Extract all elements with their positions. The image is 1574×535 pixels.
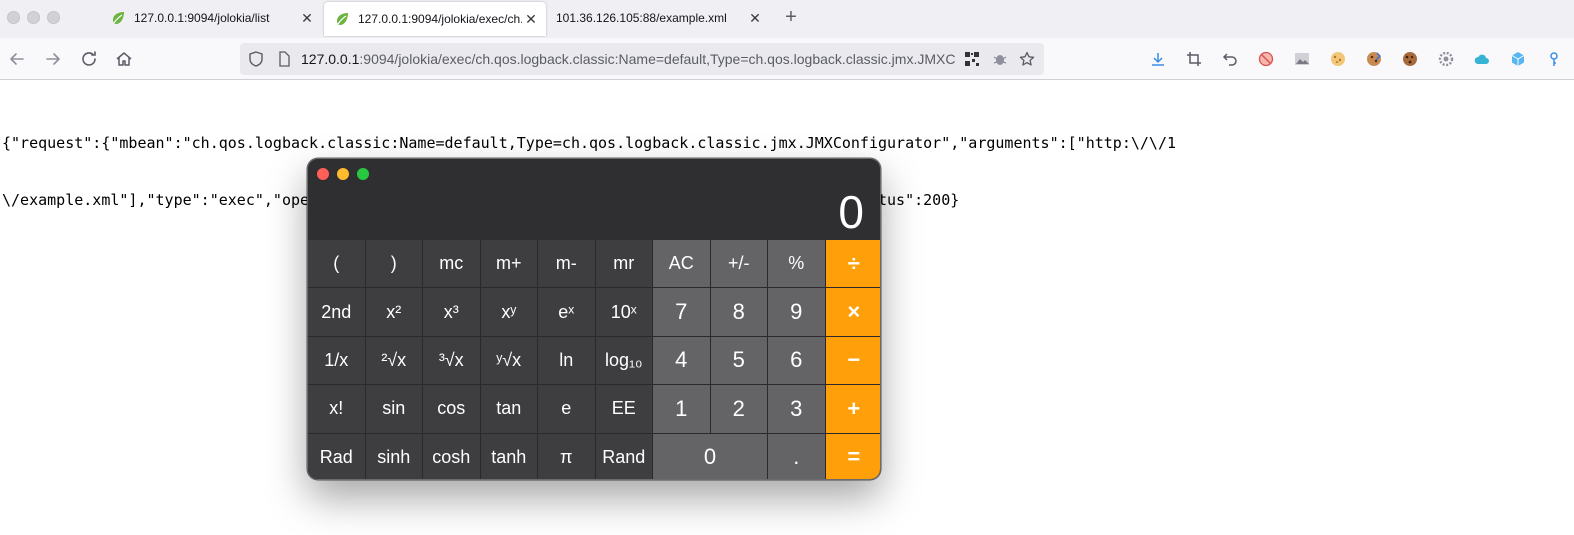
- calculator-zoom-button[interactable]: [357, 168, 369, 180]
- key-second[interactable]: 2nd: [308, 288, 365, 336]
- tab-title: 127.0.0.1:9094/jolokia/list: [134, 11, 270, 25]
- key-exp[interactable]: eˣ: [538, 288, 595, 336]
- download-icon[interactable]: [1150, 51, 1166, 67]
- key-log10[interactable]: log₁₀: [595, 336, 652, 385]
- block-icon[interactable]: [1258, 51, 1274, 67]
- calculator-minimize-button[interactable]: [337, 168, 349, 180]
- tab-title: 101.36.126.105:88/example.xml: [556, 11, 727, 25]
- key-cube[interactable]: x³: [423, 288, 480, 336]
- page-info-icon[interactable]: [276, 51, 292, 67]
- cookie-icon[interactable]: [1330, 51, 1346, 67]
- key-decimal[interactable]: .: [768, 433, 825, 479]
- key-2[interactable]: 2: [710, 385, 767, 433]
- key-sin[interactable]: sin: [365, 385, 422, 433]
- tab-close-icon[interactable]: ✕: [522, 11, 540, 28]
- qr-code-icon[interactable]: [964, 51, 980, 67]
- key-5[interactable]: 5: [710, 336, 767, 385]
- key-tan[interactable]: tan: [480, 385, 537, 433]
- key-ln[interactable]: ln: [538, 336, 595, 385]
- calculator-window[interactable]: 0 ( ) mc m+ m- mr AC +/- % ÷ 2nd x² x³ x…: [307, 158, 881, 480]
- window-close-button[interactable]: [7, 11, 20, 24]
- tab-title: 127.0.0.1:9094/jolokia/exec/ch.qos.logba…: [358, 12, 522, 26]
- new-tab-button[interactable]: +: [780, 6, 802, 28]
- url-text[interactable]: 127.0.0.1:9094/jolokia/exec/ch.qos.logba…: [301, 51, 956, 67]
- cube-icon[interactable]: [1510, 51, 1526, 67]
- settings-gear-icon[interactable]: [1438, 51, 1454, 67]
- key-memory-subtract[interactable]: m-: [538, 240, 595, 288]
- tab-strip: 127.0.0.1:9094/jolokia/list ✕ 127.0.0.1:…: [0, 0, 1574, 38]
- key-cube-root[interactable]: ³√x: [423, 336, 480, 385]
- calculator-keypad: ( ) mc m+ m- mr AC +/- % ÷ 2nd x² x³ xʸ …: [308, 240, 880, 479]
- key-add[interactable]: +: [825, 385, 880, 433]
- image-icon[interactable]: [1294, 51, 1310, 67]
- key-rand[interactable]: Rand: [595, 433, 652, 479]
- key-open-paren[interactable]: (: [308, 240, 365, 288]
- key-reciprocal[interactable]: 1/x: [308, 336, 365, 385]
- key-tanh[interactable]: tanh: [480, 433, 537, 479]
- shield-icon[interactable]: [248, 51, 264, 67]
- key-ee[interactable]: EE: [595, 385, 652, 433]
- spring-leaf-icon: [337, 13, 348, 25]
- key-8[interactable]: 8: [710, 288, 767, 336]
- key-divide[interactable]: ÷: [825, 240, 880, 288]
- key-memory-recall[interactable]: mr: [595, 240, 652, 288]
- key-plus-minus[interactable]: +/-: [710, 240, 767, 288]
- forward-arrow-icon[interactable]: [42, 48, 64, 70]
- key-all-clear[interactable]: AC: [653, 240, 710, 288]
- key-close-paren[interactable]: ): [365, 240, 422, 288]
- window-minimize-button[interactable]: [27, 11, 40, 24]
- key-9[interactable]: 9: [768, 288, 825, 336]
- tab-jolokia-exec[interactable]: 127.0.0.1:9094/jolokia/exec/ch.qos.logba…: [324, 2, 546, 36]
- crop-icon[interactable]: [1186, 51, 1202, 67]
- key-7[interactable]: 7: [653, 288, 710, 336]
- key-memory-clear[interactable]: mc: [423, 240, 480, 288]
- calculator-close-button[interactable]: [317, 168, 329, 180]
- key-factorial[interactable]: x!: [308, 385, 365, 433]
- json-line: {"request":{"mbean":"ch.qos.logback.clas…: [2, 134, 1176, 152]
- cloud-icon[interactable]: [1474, 51, 1490, 67]
- tab-close-icon[interactable]: ✕: [298, 10, 316, 27]
- key-0[interactable]: 0: [653, 433, 767, 479]
- cookie-manager-icon[interactable]: [1402, 51, 1418, 67]
- key-cosh[interactable]: cosh: [423, 433, 480, 479]
- key-6[interactable]: 6: [768, 336, 825, 385]
- url-path: :9094/jolokia/exec/ch.qos.logback.classi…: [359, 51, 956, 67]
- key-3[interactable]: 3: [768, 385, 825, 433]
- key-power[interactable]: xʸ: [480, 288, 537, 336]
- url-host: 127.0.0.1: [301, 51, 360, 67]
- key-rad[interactable]: Rad: [308, 433, 365, 479]
- spring-leaf-icon: [113, 12, 124, 24]
- key-equals[interactable]: =: [825, 433, 880, 479]
- key-pi[interactable]: π: [538, 433, 595, 479]
- back-arrow-icon[interactable]: [6, 48, 28, 70]
- key-icon[interactable]: [1546, 51, 1562, 67]
- tab-jolokia-list[interactable]: 127.0.0.1:9094/jolokia/list ✕: [100, 0, 322, 36]
- key-subtract[interactable]: −: [825, 336, 880, 385]
- bookmark-star-icon[interactable]: [1019, 51, 1035, 67]
- key-percent[interactable]: %: [768, 240, 825, 288]
- home-icon[interactable]: [113, 48, 135, 70]
- window-zoom-button[interactable]: [47, 11, 60, 24]
- cookie-editor-icon[interactable]: [1366, 51, 1382, 67]
- address-bar[interactable]: 127.0.0.1:9094/jolokia/exec/ch.qos.logba…: [240, 43, 1044, 75]
- undo-icon[interactable]: [1222, 51, 1238, 67]
- key-cos[interactable]: cos: [423, 385, 480, 433]
- key-ten-power[interactable]: 10ˣ: [595, 288, 652, 336]
- navigation-toolbar: 127.0.0.1:9094/jolokia/exec/ch.qos.logba…: [0, 38, 1574, 80]
- calculator-display: 0: [838, 186, 864, 238]
- key-multiply[interactable]: ×: [825, 288, 880, 336]
- tab-close-icon[interactable]: ✕: [746, 10, 764, 27]
- tab-example-xml[interactable]: 101.36.126.105:88/example.xml ✕: [548, 0, 770, 36]
- bug-icon[interactable]: [992, 51, 1008, 67]
- key-y-root[interactable]: ʸ√x: [480, 336, 537, 385]
- key-memory-add[interactable]: m+: [480, 240, 537, 288]
- reload-icon[interactable]: [78, 48, 100, 70]
- key-4[interactable]: 4: [653, 336, 710, 385]
- key-1[interactable]: 1: [653, 385, 710, 433]
- key-square-root[interactable]: ²√x: [365, 336, 422, 385]
- key-sinh[interactable]: sinh: [365, 433, 422, 479]
- key-square[interactable]: x²: [365, 288, 422, 336]
- key-e[interactable]: e: [538, 385, 595, 433]
